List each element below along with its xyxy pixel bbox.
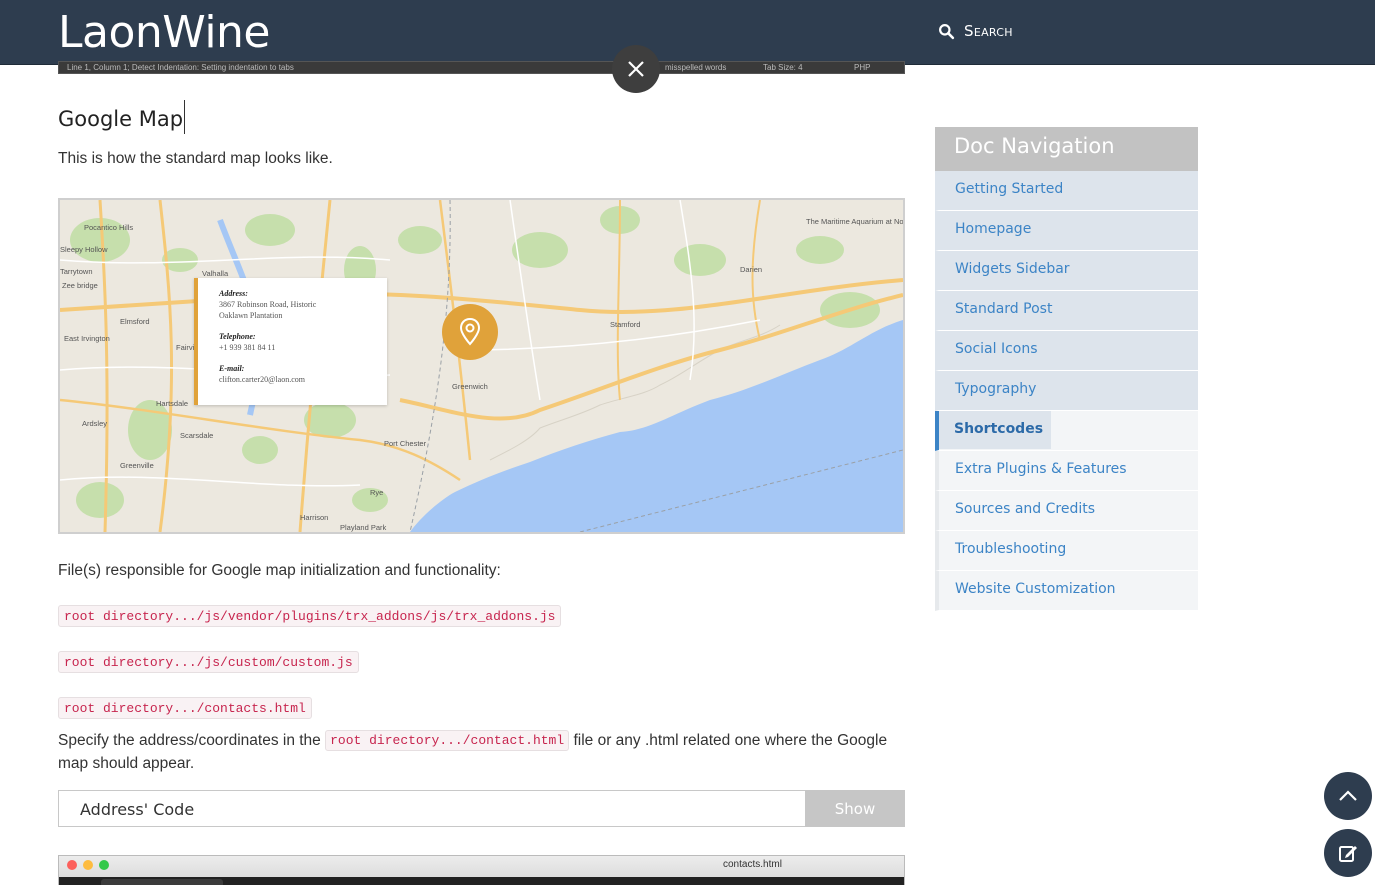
place-label: Greenville <box>120 461 154 470</box>
file-path: root directory.../contacts.html <box>58 697 312 719</box>
search-button[interactable]: Search <box>938 22 1013 40</box>
site-logo[interactable]: LaonWine <box>58 7 271 58</box>
site-header: LaonWine Search <box>0 0 1375 65</box>
map-pin-icon <box>459 317 481 346</box>
section-heading: Google Map <box>58 100 186 137</box>
map-marker[interactable] <box>442 304 498 360</box>
place-label: Stamford <box>610 320 640 329</box>
status-tab-size: Tab Size: 4 <box>763 63 803 72</box>
place-label: Rye <box>370 488 383 497</box>
text-cursor <box>184 100 186 134</box>
place-label: Port Chester <box>384 439 427 448</box>
chevron-up-icon <box>1339 790 1357 801</box>
sidebar-item-standard-post[interactable]: Standard Post <box>935 291 1198 331</box>
sidebar-item-getting-started[interactable]: Getting Started <box>935 171 1198 211</box>
sidebar-item-widgets-sidebar[interactable]: Widgets Sidebar <box>935 251 1198 291</box>
place-label: Sleepy Hollow <box>60 245 108 254</box>
place-label: Darien <box>740 265 762 274</box>
map-info-card: Address: 3867 Robinson Road, Historic Oa… <box>194 278 387 405</box>
mac-close-dot <box>67 860 77 870</box>
files-intro: File(s) responsible for Google map initi… <box>58 562 501 579</box>
sidebar-item-typography[interactable]: Typography <box>935 371 1198 411</box>
telephone-label: Telephone: <box>219 332 256 341</box>
place-label: Ardsley <box>82 419 107 428</box>
doc-navigation: Doc Navigation Getting Started Homepage … <box>935 127 1198 611</box>
search-icon <box>939 23 955 39</box>
place-label: Hartsdale <box>156 399 188 408</box>
place-label: Greenwich <box>452 382 488 391</box>
mac-zoom-dot <box>99 860 109 870</box>
place-label: Valhalla <box>202 269 229 278</box>
google-map[interactable]: Pocantico Hills Sleepy Hollow Tarrytown … <box>58 198 905 534</box>
mac-window-screenshot: contacts.html <box>58 855 905 885</box>
mac-minimize-dot <box>83 860 93 870</box>
address-label: Address: <box>219 289 248 298</box>
sidebar-item-website-customization[interactable]: Website Customization <box>935 571 1198 611</box>
inline-code: root directory.../contact.html <box>325 730 570 752</box>
place-label: Playland Park <box>340 523 387 532</box>
sidebar-item-sources-credits[interactable]: Sources and Credits <box>935 491 1198 531</box>
address-code-box: Address' Code Show <box>58 790 905 827</box>
email-label: E-mail: <box>219 364 245 373</box>
close-button[interactable] <box>612 45 660 93</box>
address-line-1: 3867 Robinson Road, Historic <box>219 300 317 309</box>
sidebar-item-homepage[interactable]: Homepage <box>935 211 1198 251</box>
status-syntax: PHP <box>854 63 871 72</box>
specify-text: Specify the address/coordinates in the r… <box>58 730 888 772</box>
scroll-to-top-button[interactable] <box>1324 772 1372 820</box>
sidebar-item-shortcodes[interactable]: Shortcodes <box>935 411 1198 451</box>
show-button[interactable]: Show <box>805 790 905 827</box>
doc-navigation-title: Doc Navigation <box>935 127 1198 171</box>
sidebar-item-extra-plugins[interactable]: Extra Plugins & Features <box>935 451 1198 491</box>
search-label: Search <box>964 22 1013 40</box>
map-background: Pocantico Hills Sleepy Hollow Tarrytown … <box>60 200 903 532</box>
edit-button[interactable] <box>1324 829 1372 877</box>
place-label: Scarsdale <box>180 431 213 440</box>
telephone-value: +1 939 381 84 11 <box>219 343 276 352</box>
file-path: root directory.../js/vendor/plugins/trx_… <box>58 605 562 627</box>
address-line-2: Oaklawn Plantation <box>219 311 283 320</box>
place-label: Harrison <box>300 513 328 522</box>
sidebar-item-social-icons[interactable]: Social Icons <box>935 331 1198 371</box>
edit-icon <box>1339 846 1357 862</box>
status-mid: misspelled words <box>665 63 727 72</box>
place-label: Elmsford <box>120 317 150 326</box>
place-label: Tarrytown <box>60 267 93 276</box>
email-value: clifton.carter20@laon.com <box>219 375 305 384</box>
mac-editor-tab <box>101 879 223 885</box>
status-left: Line 1, Column 1; Detect Indentation: Se… <box>67 63 294 72</box>
place-label: East Irvington <box>64 334 110 343</box>
previous-screenshot-strip: Line 1, Column 1; Detect Indentation: Se… <box>58 61 905 74</box>
close-icon <box>628 61 644 77</box>
sidebar-item-troubleshooting[interactable]: Troubleshooting <box>935 531 1198 571</box>
file-path: root directory.../js/custom/custom.js <box>58 651 359 673</box>
place-label: Zee bridge <box>62 281 98 290</box>
mac-window-title: contacts.html <box>723 859 782 870</box>
place-label: Pocantico Hills <box>84 223 133 232</box>
address-code-label: Address' Code <box>80 800 195 819</box>
place-label: The Maritime Aquarium at Norwalk <box>806 217 903 226</box>
intro-text: This is how the standard map looks like. <box>58 150 333 167</box>
